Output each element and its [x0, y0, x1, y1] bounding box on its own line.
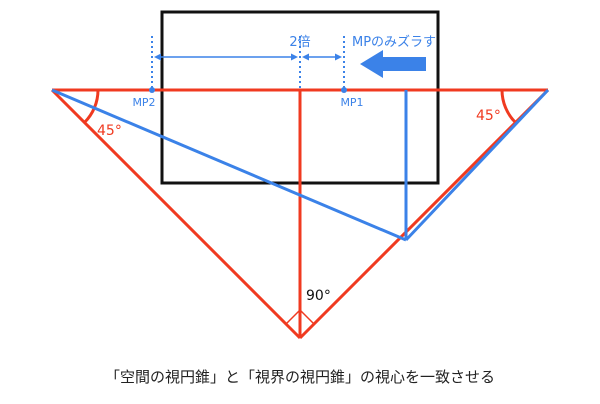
diagram-caption: 「空間の視円錐」と「視界の視円錐」の視心を一致させる — [104, 368, 495, 386]
angle-bottom-label: 90° — [306, 288, 331, 304]
shift-note-label: MPのみズラす — [352, 34, 436, 50]
angle-right-label: 45° — [476, 108, 501, 124]
angle-left-label: 45° — [97, 123, 122, 139]
view-cone-diagram: 2倍 MPのみズラす MP2 MP1 45° 45° 90° — [50, 10, 550, 340]
mp2-point — [149, 87, 155, 93]
diagram-stage: 2倍 MPのみズラす MP2 MP1 45° 45° 90° — [0, 0, 600, 400]
measure-arrowhead — [291, 53, 298, 61]
measure-arrowhead — [302, 53, 309, 61]
measure-arrowhead — [335, 53, 342, 61]
space-cone-left-edge — [50, 88, 302, 340]
mp1-label: MP1 — [340, 96, 363, 109]
measure-arrowhead — [154, 53, 161, 61]
arrow-left-icon — [360, 50, 426, 78]
scale-label: 2倍 — [289, 35, 310, 50]
view-cone-left-edge — [51, 88, 407, 242]
mp2-label: MP2 — [132, 96, 155, 109]
angle-arc-right — [500, 89, 517, 124]
mp1-point — [341, 87, 347, 93]
